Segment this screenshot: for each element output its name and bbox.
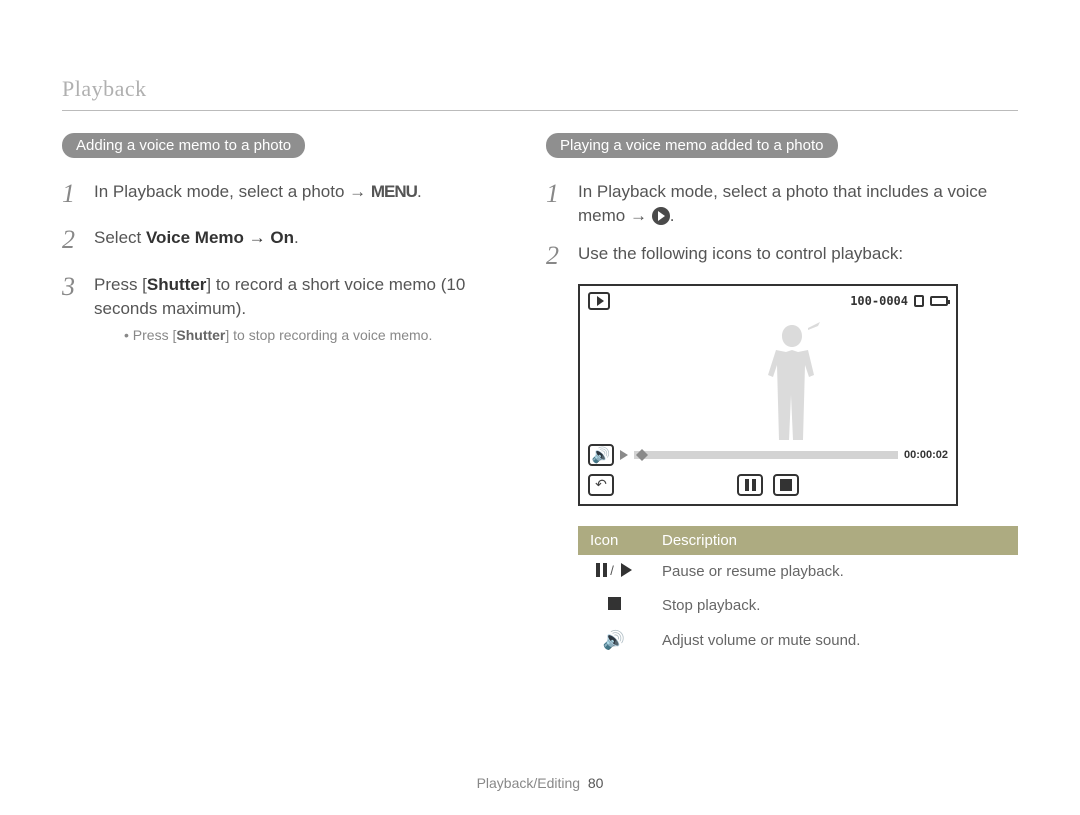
page-header: Playback (62, 76, 1018, 110)
stop-icon (780, 479, 792, 491)
volume-button: 🔊 (588, 444, 614, 466)
pause-icon (596, 563, 607, 577)
step-text: In Playback mode, select a photo that in… (578, 182, 987, 225)
page-footer: Playback/Editing 80 (0, 775, 1080, 791)
progress-handle-icon (636, 449, 648, 461)
memory-card-icon (914, 295, 924, 307)
step-text-bold: Shutter (147, 275, 207, 294)
progress-track (634, 451, 898, 459)
right-column: Playing a voice memo added to a photo 1 … (546, 133, 1018, 659)
sub-text-post: ] to stop recording a voice memo. (225, 327, 432, 343)
th-desc: Description (650, 526, 1018, 555)
section-title-left: Adding a voice memo to a photo (62, 133, 305, 158)
play-icon (652, 207, 670, 225)
step-2: 2 Select Voice Memo → On. (62, 222, 506, 258)
step-body: Press [Shutter] to record a short voice … (94, 269, 506, 346)
controls-row: ↶ (580, 470, 956, 504)
stop-icon (608, 597, 621, 610)
desc-cell: Adjust volume or mute sound. (650, 622, 1018, 659)
progress-bar-row: 🔊 00:00:02 (580, 440, 956, 470)
step-number: 1 (546, 176, 564, 228)
icon-description-table: Icon Description / Pause or resume playb… (578, 526, 1018, 659)
left-steps: 1 In Playback mode, select a photo → MEN… (62, 176, 506, 346)
time-label: 00:00:02 (904, 449, 948, 461)
pause-button (737, 474, 763, 496)
th-icon: Icon (578, 526, 650, 555)
speaker-icon: 🔊 (603, 630, 625, 650)
step-3: 3 Press [Shutter] to record a short voic… (62, 269, 506, 346)
play-marker-icon (620, 450, 628, 460)
table-row: 🔊 Adjust volume or mute sound. (578, 622, 1018, 659)
divider (62, 110, 1018, 111)
step-number: 2 (62, 222, 80, 258)
playback-mode-icon (588, 292, 610, 310)
step-text-pre: In Playback mode, select a photo → (94, 182, 371, 201)
step-number: 2 (546, 238, 564, 274)
table-row: / Pause or resume playback. (578, 555, 1018, 589)
step-body: In Playback mode, select a photo that in… (578, 176, 1018, 228)
step-text-post: . (417, 182, 422, 201)
step-1: 1 In Playback mode, select a photo → MEN… (62, 176, 506, 212)
footer-section: Playback/Editing (477, 775, 581, 791)
table-row: Stop playback. (578, 589, 1018, 622)
desc-cell: Stop playback. (650, 589, 1018, 622)
file-number: 100-0004 (850, 294, 908, 308)
sub-bullet: Press [Shutter] to stop recording a voic… (124, 326, 506, 346)
step-text-post: . (294, 228, 299, 247)
stop-button (773, 474, 799, 496)
content-columns: Adding a voice memo to a photo 1 In Play… (62, 133, 1018, 659)
status-area: 100-0004 (850, 292, 948, 310)
step-text-bold: Voice Memo → On (146, 228, 294, 247)
person-silhouette-icon (752, 320, 832, 440)
menu-icon: MENU (371, 182, 417, 201)
back-arrow-icon: ↶ (595, 476, 607, 493)
icon-cell (578, 589, 650, 622)
step-number: 3 (62, 269, 80, 346)
camera-screenshot: 100-0004 🔊 00:00:02 ↶ (578, 284, 958, 506)
battery-icon (930, 296, 948, 306)
back-button: ↶ (588, 474, 614, 496)
step-body: In Playback mode, select a photo → MENU. (94, 176, 506, 212)
section-title-right: Playing a voice memo added to a photo (546, 133, 838, 158)
pause-icon (745, 479, 756, 491)
step-body: Select Voice Memo → On. (94, 222, 506, 258)
step-1: 1 In Playback mode, select a photo that … (546, 176, 1018, 228)
icon-cell: 🔊 (578, 622, 650, 659)
right-steps: 1 In Playback mode, select a photo that … (546, 176, 1018, 274)
step-2: 2 Use the following icons to control pla… (546, 238, 1018, 274)
step-text-pre: Press [ (94, 275, 147, 294)
sub-bullets: Press [Shutter] to stop recording a voic… (94, 326, 506, 346)
speaker-icon: 🔊 (592, 446, 611, 464)
sub-text-bold: Shutter (176, 327, 225, 343)
step-number: 1 (62, 176, 80, 212)
step-body: Use the following icons to control playb… (578, 238, 1018, 274)
left-column: Adding a voice memo to a photo 1 In Play… (62, 133, 506, 659)
play-icon (621, 563, 632, 577)
icon-cell: / (578, 555, 650, 589)
step-text-pre: Select (94, 228, 146, 247)
screen-topbar: 100-0004 (580, 286, 956, 310)
desc-cell: Pause or resume playback. (650, 555, 1018, 589)
footer-page: 80 (588, 775, 604, 791)
photo-display (580, 310, 956, 440)
sub-text-pre: Press [ (133, 327, 177, 343)
